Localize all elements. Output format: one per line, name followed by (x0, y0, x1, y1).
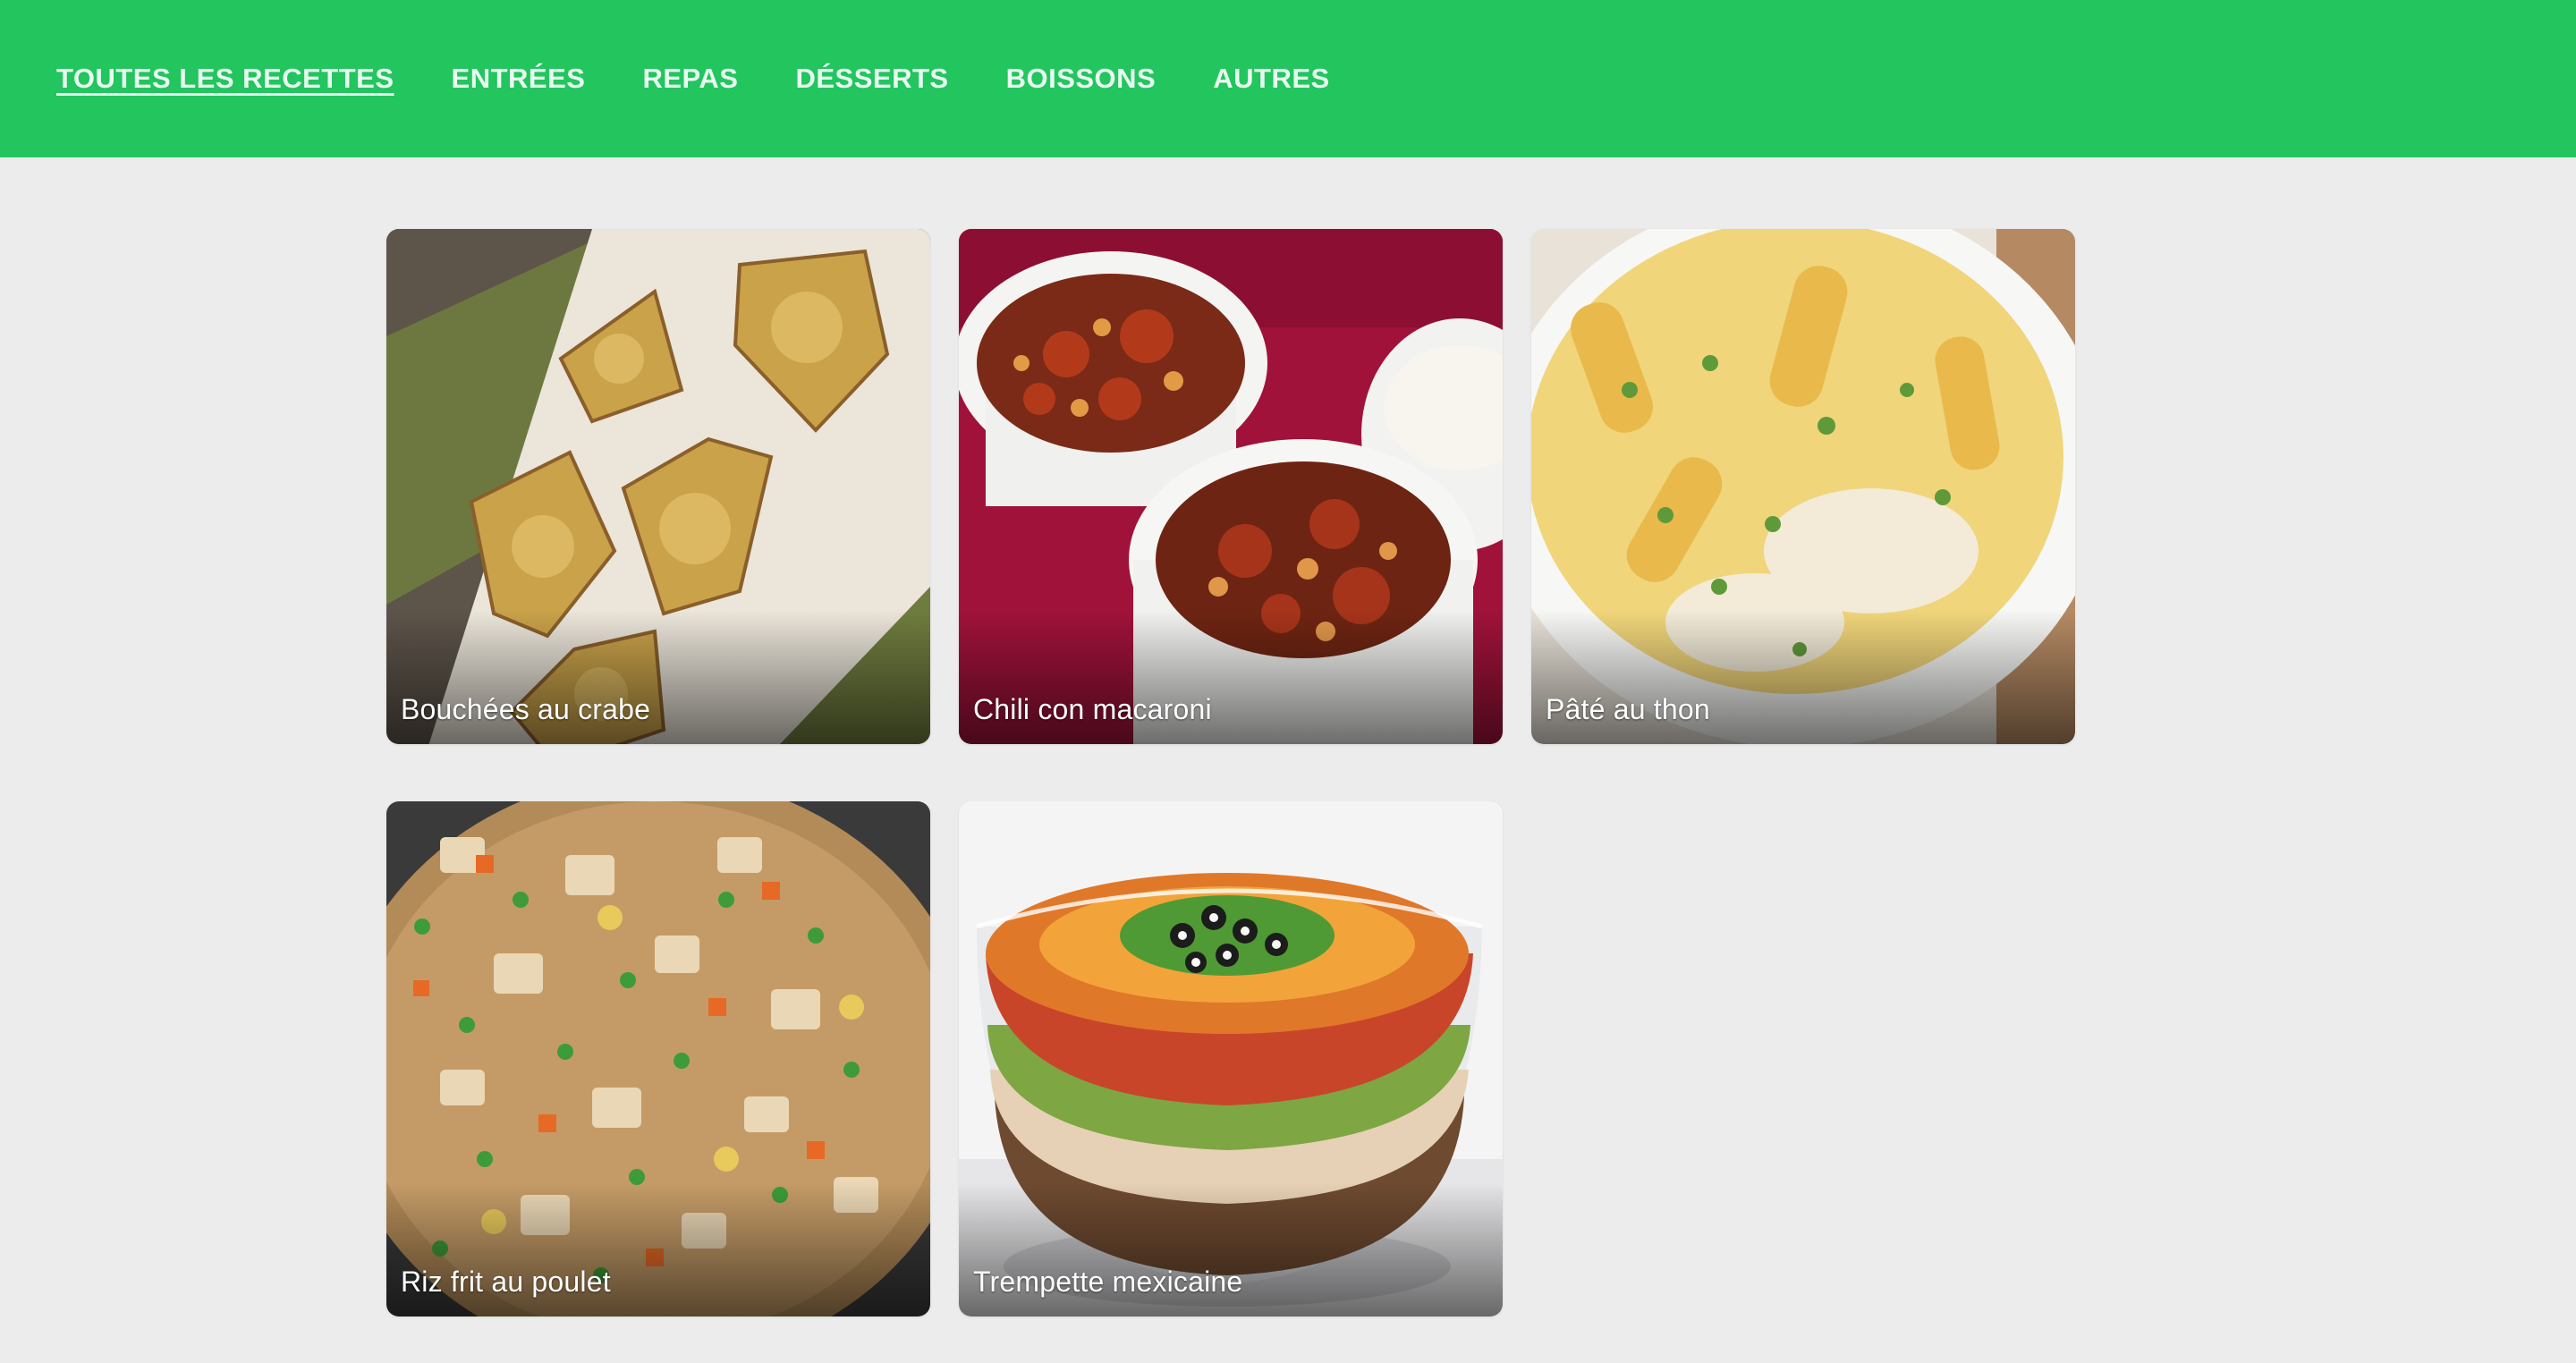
recipe-card-chili-con-macaroni[interactable]: Chili con macaroni (959, 229, 1503, 744)
recipe-card-trempette-mexicaine[interactable]: Trempette mexicaine (959, 801, 1503, 1316)
recipe-title: Bouchées au crabe (401, 693, 651, 725)
recipe-title: Chili con macaroni (973, 693, 1212, 725)
nav-item-boissons[interactable]: BOISSONS (1006, 63, 1157, 95)
recipe-title: Trempette mexicaine (973, 1266, 1243, 1298)
nav-item-repas[interactable]: REPAS (642, 63, 738, 95)
recipe-card-pate-au-thon[interactable]: Pâté au thon (1531, 229, 2075, 744)
recipe-card-bouchees-au-crabe[interactable]: Bouchées au crabe (386, 229, 930, 744)
recipe-title: Pâté au thon (1546, 693, 1710, 725)
recipe-card-riz-frit-au-poulet[interactable]: Riz frit au poulet (386, 801, 930, 1316)
category-nav: TOUTES LES RECETTES ENTRÉES REPAS DÉSSER… (56, 0, 1330, 157)
recipe-grid: Bouchées au crabe Chili con macaroni Pât… (386, 229, 2075, 1316)
nav-item-entrees[interactable]: ENTRÉES (452, 63, 586, 95)
nav-item-desserts[interactable]: DÉSSERTS (795, 63, 948, 95)
nav-item-autres[interactable]: AUTRES (1213, 63, 1329, 95)
top-navigation-bar: TOUTES LES RECETTES ENTRÉES REPAS DÉSSER… (0, 0, 2576, 157)
recipe-title: Riz frit au poulet (401, 1266, 611, 1298)
nav-item-all-recipes[interactable]: TOUTES LES RECETTES (56, 63, 394, 95)
